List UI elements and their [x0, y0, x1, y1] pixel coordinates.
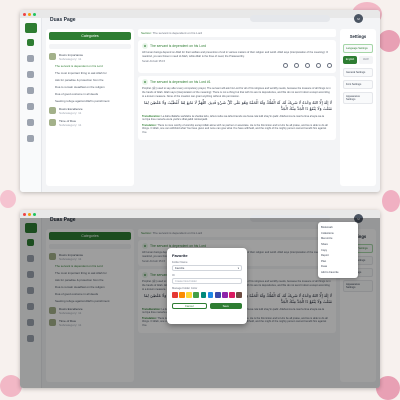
app-logo	[24, 23, 37, 33]
search-input[interactable]	[250, 15, 330, 22]
cancel-button[interactable]: Cancel	[172, 303, 207, 309]
categories-header[interactable]: Categories	[49, 32, 131, 40]
transliteration-text: La ilaha illallahu wahdahu la sharika la…	[142, 114, 325, 122]
grid-icon[interactable]	[27, 55, 34, 62]
dua-card: ✿The servant is dependent on his Lord #1…	[138, 76, 336, 140]
category-subtitle: Subcategory: 11	[59, 123, 82, 128]
maximize-dot[interactable]	[33, 12, 36, 16]
color-swatch[interactable]	[207, 292, 214, 298]
section-text: All human beings depend on Allah for the…	[142, 51, 329, 58]
books-icon[interactable]	[27, 135, 34, 142]
chevron-down-icon: ▾	[237, 266, 239, 270]
color-swatch[interactable]	[186, 292, 192, 298]
subcategory-item[interactable]: Dua of good outcome in all deeds	[49, 92, 131, 97]
lang-english-button[interactable]: English	[343, 56, 357, 64]
breadcrumb-label: Section:	[141, 31, 152, 35]
flower-decoration	[0, 375, 22, 397]
new-folder-input[interactable]: Create New Folder	[172, 278, 242, 284]
leaf-icon: ✿	[142, 79, 148, 86]
settings-title: Settings	[349, 34, 367, 39]
bookmark-icon[interactable]	[27, 87, 34, 94]
dua-content: Section: The servant is dependent on his…	[138, 29, 336, 186]
subcategory-item[interactable]: The most important thing to ask Allah fo…	[49, 71, 131, 76]
category-subtitle: Subcategory: 11	[59, 111, 82, 116]
lang-bangla-button[interactable]: বাংলা	[359, 56, 373, 64]
leaf-icon: ✿	[142, 43, 148, 49]
settings-item-font[interactable]: Font Settings	[343, 80, 373, 89]
favorite-modal: Favorite Folder Name Favorite ▾ Or Create…	[167, 248, 247, 324]
language-toggle: English বাংলা	[343, 56, 373, 64]
color-swatch[interactable]	[200, 292, 207, 298]
dua-info-icon[interactable]	[27, 119, 34, 126]
breadcrumb-text: The servant is dependent on his Lord	[152, 31, 203, 35]
color-swatch[interactable]	[172, 292, 178, 298]
subcategory-item[interactable]: The servant is dependent on his Lord	[49, 64, 131, 69]
bookmark-icon[interactable]	[294, 63, 299, 69]
or-label: Or	[172, 274, 175, 277]
lightbulb-icon[interactable]	[27, 71, 34, 78]
settings-item-appearance[interactable]: Appearance Settings	[343, 92, 373, 104]
subcategory-item[interactable]: Seeking refuge against Allah's punishmen…	[49, 99, 131, 104]
category-sidebar: Categories Dua's Importance Subcategory: …	[46, 29, 134, 186]
folder-select-value: Favorite	[175, 266, 185, 270]
settings-panel: Settings Language Settings English বাংলা…	[340, 29, 376, 186]
folder-select[interactable]: Favorite ▾	[172, 265, 242, 271]
new-folder-placeholder: Create New Folder	[175, 279, 197, 283]
color-swatch[interactable]	[236, 292, 243, 298]
flower-decoration	[378, 30, 400, 52]
flower-decoration	[0, 190, 16, 208]
settings-item-general[interactable]: General Settings	[343, 68, 373, 77]
dua-title: The servant is dependent on his Lord #1	[150, 80, 211, 85]
dua-options-menu: Bookmark Collections Memorize Share Copy…	[318, 222, 358, 279]
subcategory-item[interactable]: Dua to remain steadfast on the religion	[49, 85, 131, 90]
settings-item-language[interactable]: Language Settings	[343, 44, 373, 53]
section-card: ✿ The servant is dependent on his Lord Al…	[138, 40, 336, 74]
ruqyah-icon[interactable]	[27, 103, 34, 110]
category-item[interactable]: Dua's Importance Subcategory: 11	[49, 53, 131, 61]
card-actions	[142, 63, 332, 69]
color-label: Manage Folder Color	[172, 287, 198, 290]
flower-decoration	[382, 190, 400, 212]
memorize-icon[interactable]	[305, 63, 310, 69]
section-title: The servant is dependent on his Lord	[150, 44, 206, 48]
folder-name-label: Folder Name	[172, 261, 188, 264]
copy-icon[interactable]	[283, 63, 288, 69]
category-icon	[49, 119, 56, 127]
maximize-dot[interactable]	[33, 212, 36, 216]
category-icon	[49, 106, 56, 114]
breadcrumb: Section: The servant is dependent on his…	[138, 29, 336, 37]
category-subtitle: Subcategory: 11	[59, 57, 82, 62]
arabic-text: لَا إِلَهَ إِلَّا اللهُ وَحْدَهُ لَا شَر…	[144, 100, 332, 112]
app-window-top: Duas Page M Categories Dua's Importance S…	[20, 10, 380, 192]
modal-title: Favorite	[172, 253, 188, 258]
category-icon	[49, 53, 56, 60]
home-icon[interactable]	[27, 39, 34, 46]
category-item[interactable]: Time of Dua Subcategory: 11	[49, 119, 131, 127]
color-swatch[interactable]	[179, 292, 185, 298]
category-search-input[interactable]	[49, 44, 131, 49]
color-swatch[interactable]	[193, 292, 200, 298]
close-dot[interactable]	[23, 212, 26, 216]
icon-rail	[20, 18, 42, 192]
dua-text: Prophet (ﷺ) used to say after every comp…	[142, 87, 331, 98]
color-swatch[interactable]	[229, 292, 235, 298]
more-icon[interactable]	[327, 63, 332, 69]
translation-text: There is none worthy of worship except A…	[142, 123, 328, 134]
avatar[interactable]: M	[354, 14, 363, 23]
category-item[interactable]: Dua's Excellence Subcategory: 11	[49, 106, 131, 116]
close-dot[interactable]	[23, 12, 26, 16]
menu-item[interactable]: Add to Favorite	[321, 270, 355, 276]
minimize-dot[interactable]	[28, 212, 31, 216]
save-button[interactable]: Save	[209, 303, 242, 309]
page-title: Duas Page	[50, 17, 76, 23]
share-icon[interactable]	[316, 63, 321, 69]
color-swatch[interactable]	[214, 292, 221, 298]
subcategory-item[interactable]: Ask for paradise & protection from fire	[49, 78, 131, 83]
minimize-dot[interactable]	[28, 12, 31, 16]
color-swatch[interactable]	[222, 292, 228, 298]
color-picker	[172, 292, 243, 298]
